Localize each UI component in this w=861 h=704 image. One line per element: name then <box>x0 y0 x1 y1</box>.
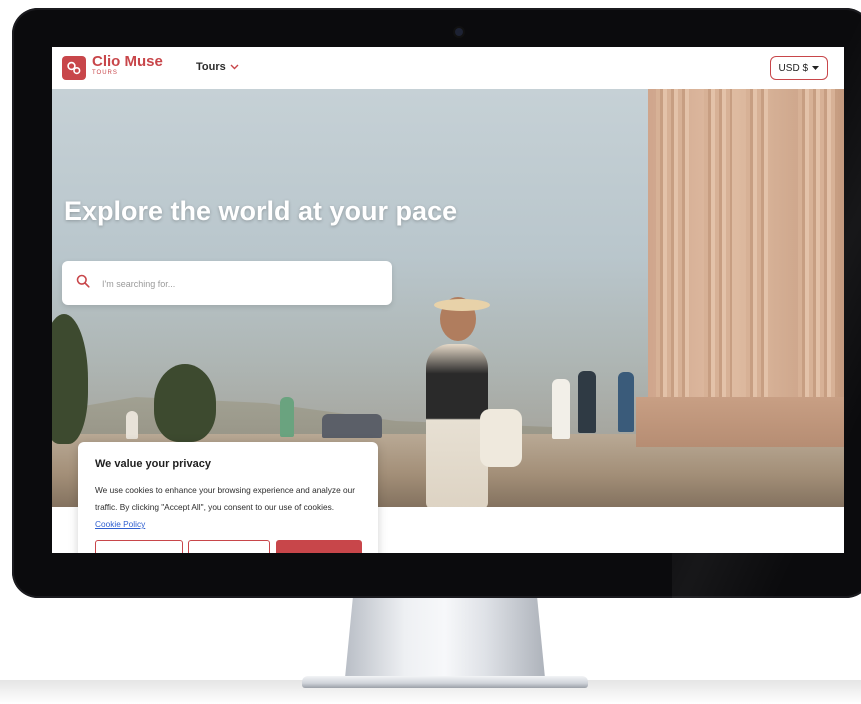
tourist-group <box>322 414 382 438</box>
tourist <box>578 371 596 433</box>
monitor-base <box>302 676 588 688</box>
cookie-accept-all-button[interactable] <box>276 540 362 553</box>
column <box>704 89 732 404</box>
top-navbar: Clio Muse TOURS Tours USD $ <box>52 47 844 89</box>
cookie-reject-button[interactable] <box>188 540 270 553</box>
brand-name: Clio Muse <box>92 53 163 70</box>
column <box>746 89 770 404</box>
column <box>798 89 838 404</box>
search-icon <box>76 274 90 293</box>
tree <box>154 364 216 442</box>
currency-selector[interactable]: USD $ <box>769 56 828 80</box>
cookie-consent-banner: We value your privacy We use cookies to … <box>78 442 378 553</box>
temple-base <box>636 397 844 447</box>
tourist <box>126 411 138 439</box>
currency-label: USD $ <box>778 62 808 74</box>
search-bar[interactable] <box>62 261 392 305</box>
cookie-policy-link[interactable]: Cookie Policy <box>95 519 145 529</box>
brand-subtitle: TOURS <box>92 70 118 76</box>
clio-muse-logo-icon[interactable] <box>62 56 86 80</box>
camera-icon <box>455 28 463 36</box>
cookie-description: We use cookies to enhance your browsing … <box>95 482 357 533</box>
search-input[interactable] <box>100 272 384 296</box>
cookie-title: We value your privacy <box>95 458 211 470</box>
tours-menu-label: Tours <box>196 61 226 73</box>
tourist <box>280 397 294 437</box>
sun-visor <box>434 299 490 311</box>
parthenon-image <box>648 89 844 444</box>
brand-logo[interactable]: Clio Muse TOURS <box>92 54 163 77</box>
chevron-down-icon <box>230 62 239 73</box>
browser-screen: Clio Muse TOURS Tours USD $ Explore the … <box>52 47 844 553</box>
hero-title: Explore the world at your pace <box>64 196 458 226</box>
woman-traveler <box>426 344 488 507</box>
tourist <box>618 372 634 432</box>
column <box>656 89 690 404</box>
tourist <box>552 379 570 439</box>
tote-bag <box>480 409 522 467</box>
cypress-tree <box>52 314 88 444</box>
caret-down-icon <box>812 63 819 74</box>
monitor-stand <box>345 596 545 678</box>
cookie-customize-button[interactable] <box>95 540 183 553</box>
tours-menu[interactable]: Tours <box>196 61 239 73</box>
cookie-text: We use cookies to enhance your browsing … <box>95 485 355 512</box>
